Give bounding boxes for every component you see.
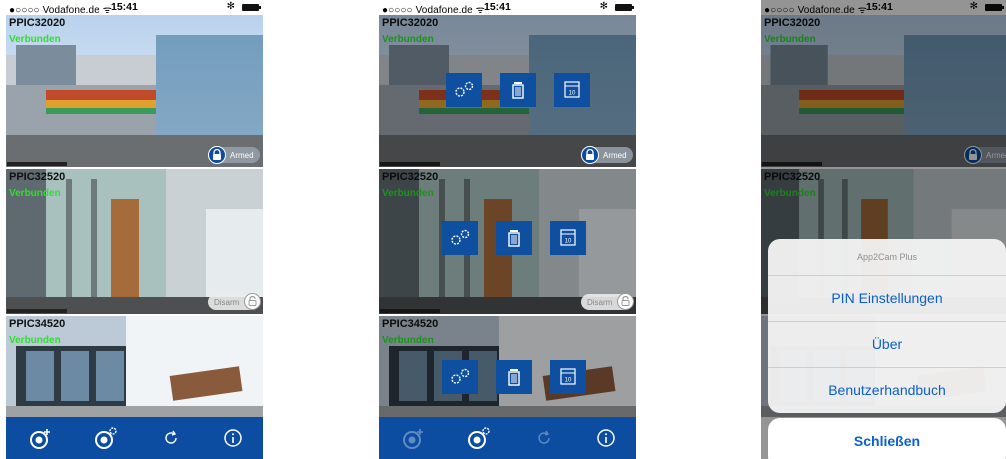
about-option[interactable]: Über xyxy=(768,321,1006,368)
clock: 15:41 xyxy=(111,1,138,13)
camera-name: PPIC34520 xyxy=(9,318,66,330)
camera-tile[interactable]: PPIC32520 Verbunden Disarm xyxy=(6,169,263,314)
settings-gears-icon[interactable] xyxy=(446,73,482,107)
calendar-icon[interactable]: 10 xyxy=(550,221,586,255)
timestamp-overlay xyxy=(7,309,67,313)
calendar-icon[interactable]: 10 xyxy=(550,360,586,394)
trash-icon[interactable] xyxy=(496,221,532,255)
camera-settings-icon[interactable] xyxy=(464,423,494,453)
clock: 15:41 xyxy=(484,1,511,13)
arm-status-label: Disarm xyxy=(587,298,613,307)
battery-icon xyxy=(615,4,634,11)
camera-settings-icon[interactable] xyxy=(91,423,121,453)
phone-screen-action-sheet: ●○○○○ Vodafone.de ᯤ 15:41 ✻ PPIC32020 Ve… xyxy=(761,0,1006,459)
connection-status: Verbunden xyxy=(9,34,61,45)
trash-icon[interactable] xyxy=(496,360,532,394)
lock-closed-icon xyxy=(208,146,226,164)
lock-closed-icon xyxy=(581,146,599,164)
settings-gears-icon[interactable] xyxy=(442,360,478,394)
bluetooth-icon: ✻ xyxy=(599,1,608,12)
status-bar: ●○○○○ Vodafone.de ᯤ 15:41 ✻ xyxy=(6,0,263,16)
arm-toggle[interactable]: Armed xyxy=(208,146,260,164)
camera-tile[interactable]: PPIC32020 Verbunden Armed xyxy=(6,15,263,167)
phone-screen-edit-mode: ●○○○○ Vodafone.de ᯤ 15:41 ✻ PPIC32020 Ve… xyxy=(379,0,636,459)
action-sheet-title: App2Cam Plus xyxy=(768,239,1006,276)
carrier-label: ●○○○○ Vodafone.de ᯤ xyxy=(9,5,112,16)
add-camera-icon xyxy=(399,423,429,453)
calendar-day: 10 xyxy=(565,239,572,245)
user-manual-option[interactable]: Benutzerhandbuch xyxy=(768,367,1006,413)
lock-open-icon xyxy=(244,293,261,310)
refresh-icon[interactable] xyxy=(156,423,186,453)
refresh-icon xyxy=(529,423,559,453)
phone-screen-camera-list: ●○○○○ Vodafone.de ᯤ 15:41 ✻ PPIC32020 Ve… xyxy=(6,0,263,459)
status-bar: ●○○○○ Vodafone.de ᯤ 15:41 ✻ xyxy=(379,0,636,16)
calendar-day: 10 xyxy=(565,378,572,384)
add-camera-icon[interactable] xyxy=(26,423,56,453)
camera-tile[interactable]: PPIC34520 Verbunden xyxy=(6,316,263,417)
arm-status-label: Disarm xyxy=(214,298,240,307)
battery-icon xyxy=(242,4,261,11)
camera-snapshot xyxy=(6,316,263,417)
settings-gears-icon[interactable] xyxy=(442,221,478,255)
arm-toggle[interactable]: Disarm xyxy=(208,293,261,310)
info-icon[interactable] xyxy=(218,423,248,453)
camera-name: PPIC32020 xyxy=(9,17,66,29)
camera-tile: PPIC34520 Verbunden 10 xyxy=(379,316,636,417)
calendar-icon[interactable]: 10 xyxy=(554,73,590,107)
lock-open-icon xyxy=(617,293,634,310)
trash-icon[interactable] xyxy=(500,73,536,107)
info-icon[interactable] xyxy=(591,423,621,453)
calendar-day: 10 xyxy=(569,91,576,97)
action-sheet: App2Cam Plus PIN Einstellungen Über Benu… xyxy=(768,239,1006,413)
camera-tile: PPIC32020 Verbunden 10 Armed xyxy=(379,15,636,167)
bluetooth-icon: ✻ xyxy=(226,1,235,12)
carrier-label: ●○○○○ Vodafone.de ᯤ xyxy=(382,5,485,16)
connection-status: Verbunden xyxy=(9,335,61,346)
connection-status: Verbunden xyxy=(9,188,61,199)
bottom-toolbar xyxy=(6,417,263,459)
arm-toggle[interactable]: Armed xyxy=(581,146,633,164)
camera-name: PPIC32520 xyxy=(9,171,66,183)
arm-status-label: Armed xyxy=(603,151,627,160)
camera-tile: PPIC32520 Verbunden 10 Disarm xyxy=(379,169,636,314)
bottom-toolbar xyxy=(379,417,636,459)
arm-status-label: Armed xyxy=(230,151,254,160)
pin-settings-option[interactable]: PIN Einstellungen xyxy=(768,275,1006,322)
arm-toggle[interactable]: Disarm xyxy=(581,293,634,310)
close-button[interactable]: Schließen xyxy=(768,418,1006,459)
timestamp-overlay xyxy=(7,162,67,166)
